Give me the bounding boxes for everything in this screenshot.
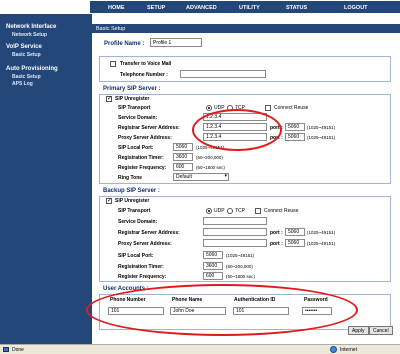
primary-registrar-port-hint: (1025~49151) xyxy=(307,125,336,130)
backup-udp-radio[interactable] xyxy=(206,208,212,214)
cancel-button[interactable]: Cancel xyxy=(369,326,393,335)
apply-button[interactable]: Apply xyxy=(348,326,369,335)
sidebar: Network Interface Network Setup VoIP Ser… xyxy=(0,14,92,344)
backup-sip-title: Backup SIP Server : xyxy=(103,188,160,194)
primary-domain-label: Service Domain: xyxy=(118,115,158,121)
voicemail-section xyxy=(99,56,391,82)
primary-local-port-label: SIP Local Port: xyxy=(118,145,154,151)
backup-proxy-input[interactable] xyxy=(203,239,267,247)
backup-proxy-port-hint: (1025~49151) xyxy=(307,241,336,246)
zone-text: Internet xyxy=(340,347,357,353)
sidebar-item-voip-basic[interactable]: Basic Setup xyxy=(12,52,41,58)
sidebar-group-network[interactable]: Network Interface xyxy=(6,24,56,30)
nav-logout[interactable]: LOGOUT xyxy=(344,5,368,11)
primary-reg-timer-label: Registration Timer: xyxy=(118,155,164,161)
page-icon xyxy=(3,347,9,352)
page-title: Basic Setup xyxy=(92,24,400,33)
telephone-label: Telephone Number : xyxy=(120,72,168,78)
backup-udp-label: UDP xyxy=(214,208,225,214)
backup-proxy-port-input[interactable]: 5060 xyxy=(285,239,305,247)
backup-tcp-radio[interactable] xyxy=(227,208,233,214)
nav-home[interactable]: HOME xyxy=(108,5,125,11)
primary-reuse-label: Connect Reuse xyxy=(274,105,309,111)
sidebar-item-aps-basic[interactable]: Basic Setup xyxy=(12,74,41,80)
backup-domain-label: Service Domain: xyxy=(118,219,158,225)
status-bar: Done Internet xyxy=(0,344,400,354)
backup-registrar-port-hint: (1025~49151) xyxy=(307,230,336,235)
primary-udp-radio[interactable] xyxy=(206,105,212,111)
backup-reuse-label: Connect Reuse xyxy=(264,208,299,214)
status-text: Done xyxy=(12,347,24,353)
primary-registrar-label: Registrar Server Address: xyxy=(118,125,180,131)
primary-sip-title: Primary SIP Server : xyxy=(103,86,161,92)
primary-reg-freq-hint: (60~1800 sec) xyxy=(196,165,225,170)
telephone-input[interactable] xyxy=(180,70,266,78)
primary-reg-freq-label: Register Frequency: xyxy=(118,165,167,171)
backup-proxy-label: Proxy Server Address: xyxy=(118,241,172,247)
nav-advanced[interactable]: ADVANCED xyxy=(186,5,217,11)
backup-reg-timer-hint: (60~200,000) xyxy=(226,264,253,269)
backup-registrar-label: Registrar Server Address: xyxy=(118,230,180,236)
backup-local-port-hint: (1025~49151) xyxy=(226,253,255,258)
primary-unregister-checkbox[interactable] xyxy=(106,95,112,102)
top-nav: HOME SETUP ADVANCED UTILITY STATUS LOGOU… xyxy=(0,0,400,14)
annotation-oval-accounts xyxy=(86,284,358,336)
nav-setup[interactable]: SETUP xyxy=(147,5,165,11)
backup-registrar-port-input[interactable]: 5060 xyxy=(285,228,305,236)
primary-local-port-input[interactable]: 5060 xyxy=(173,143,193,151)
annotation-oval-primary xyxy=(192,109,282,151)
backup-reg-timer-label: Registration Timer: xyxy=(118,264,164,270)
backup-local-port-input[interactable]: 5060 xyxy=(203,251,223,259)
sidebar-group-voip[interactable]: VoIP Service xyxy=(6,44,42,50)
voicemail-label: Transfer to Voice Mail xyxy=(120,61,172,67)
backup-domain-input[interactable] xyxy=(203,217,267,225)
nav-status[interactable]: STATUS xyxy=(286,5,307,11)
primary-proxy-port-input[interactable]: 5060 xyxy=(285,133,305,141)
ring-tone-select[interactable]: Default xyxy=(173,173,229,181)
main-panel: Basic Setup Profile Name : Profile 1 Tra… xyxy=(86,14,400,344)
primary-reg-timer-input[interactable]: 3600 xyxy=(173,153,193,161)
backup-reuse-checkbox[interactable] xyxy=(255,208,261,214)
backup-tcp-label: TCP xyxy=(235,208,245,214)
primary-proxy-label: Proxy Server Address: xyxy=(118,135,172,141)
profile-name-input[interactable]: Profile 1 xyxy=(150,38,202,47)
backup-reg-freq-input[interactable]: 600 xyxy=(203,272,223,280)
backup-reg-freq-hint: (60~1800 sec) xyxy=(226,274,255,279)
backup-transport-label: SIP Transport xyxy=(118,208,151,214)
globe-icon xyxy=(330,346,337,353)
sidebar-item-aps-log[interactable]: APS Log xyxy=(12,81,33,87)
nav-bar: HOME SETUP ADVANCED UTILITY STATUS LOGOU… xyxy=(90,1,400,13)
profile-name-label: Profile Name : xyxy=(104,41,145,47)
primary-registrar-port-input[interactable]: 5060 xyxy=(285,123,305,131)
backup-registrar-input[interactable] xyxy=(203,228,267,236)
nav-utility[interactable]: UTILITY xyxy=(239,5,260,11)
primary-proxy-port-hint: (1025~49151) xyxy=(307,135,336,140)
voicemail-checkbox[interactable] xyxy=(110,61,116,67)
backup-unregister-checkbox[interactable] xyxy=(106,197,112,204)
backup-registrar-port-label: port : xyxy=(270,230,283,236)
backup-local-port-label: SIP Local Port: xyxy=(118,253,154,259)
primary-ring-label: Ring Tone xyxy=(118,175,143,181)
backup-reg-freq-label: Register Frequency: xyxy=(118,274,167,280)
primary-reuse-checkbox[interactable] xyxy=(265,105,271,111)
primary-reg-timer-hint: (60~200,000) xyxy=(196,155,223,160)
primary-unregister-label: SIP Unregister xyxy=(115,96,150,102)
backup-proxy-port-label: port : xyxy=(270,241,283,247)
sidebar-item-network-setup[interactable]: Network Setup xyxy=(12,32,47,38)
primary-transport-label: SIP Transport xyxy=(118,105,151,111)
backup-reg-timer-input[interactable]: 3600 xyxy=(203,262,223,270)
primary-reg-freq-input[interactable]: 600 xyxy=(173,163,193,171)
backup-unregister-label: SIP Unregister xyxy=(115,198,150,204)
sidebar-group-provisioning[interactable]: Auto Provisioning xyxy=(6,66,58,72)
